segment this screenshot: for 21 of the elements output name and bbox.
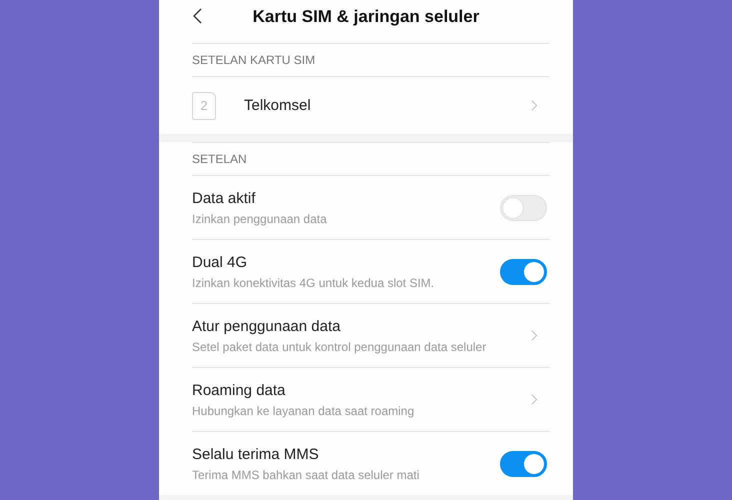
toggle-switch[interactable] [500, 450, 547, 476]
setting-title[interactable]: Dual 4G [192, 254, 500, 270]
setting-title[interactable]: Roaming data [192, 382, 531, 398]
setting-title[interactable]: Selalu terima MMS [192, 446, 500, 462]
back-icon[interactable] [192, 8, 202, 24]
setting-title[interactable]: Data aktif [192, 190, 500, 206]
section-header: SETELAN [192, 142, 550, 175]
setting-description: Terima MMS bahkan saat data seluler mati [192, 468, 420, 482]
setting-description: Izinkan penggunaan data [192, 212, 328, 226]
sim-name[interactable]: Telkomsel [244, 97, 531, 114]
chevron-icon [531, 99, 538, 112]
chevron-icon [531, 393, 538, 406]
screen-title: Kartu SIM & jaringan seluler [252, 6, 480, 26]
setting-description: Izinkan konektivitas 4G untuk kedua slot SIM. [192, 276, 436, 290]
sim-card-icon: 2 [192, 92, 216, 120]
section-header: SETELAN KARTU SIM [192, 43, 550, 76]
setting-title[interactable]: Atur penggunaan data [192, 318, 531, 334]
toggle-switch[interactable] [500, 258, 547, 284]
setting-description: Setel paket data untuk kontrol penggunaan data seluler [192, 340, 488, 354]
setting-description: Hubungkan ke layanan data saat roaming [192, 404, 416, 418]
chevron-icon [531, 329, 538, 342]
